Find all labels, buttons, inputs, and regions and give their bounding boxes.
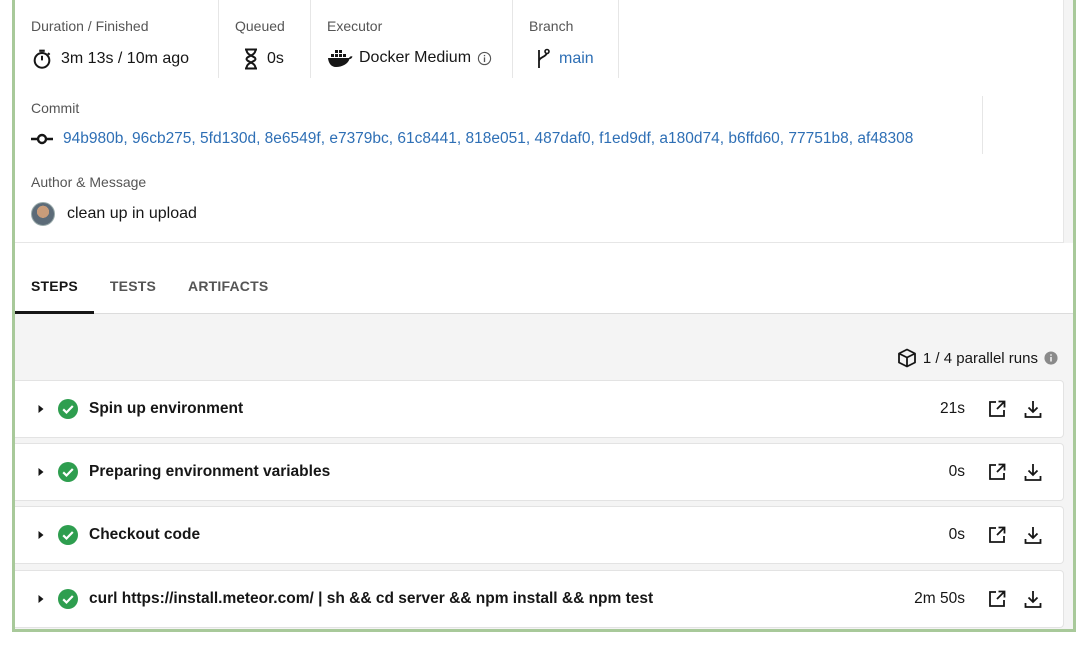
commit-hashes-link[interactable]: 94b980b, 96cb275, 5fd130d, 8e6549f, e737… [63,130,913,148]
duration-value: 3m 13s / 10m ago [61,50,190,67]
branch-label: Branch [529,18,574,34]
queued-column: Queued 0s [219,0,311,78]
duration-column: Duration / Finished 3m 13s / 10m ago [15,0,219,78]
success-check-icon [58,462,78,482]
branch-icon [538,48,550,68]
expand-caret-icon[interactable] [35,594,47,604]
parallel-runs-indicator: 1 / 4 parallel runs [897,348,1058,368]
step-duration: 2m 50s [914,590,965,607]
queued-label: Queued [235,18,285,34]
queued-value-row: 0s [243,48,284,70]
executor-label: Executor [327,18,383,34]
download-icon[interactable] [1021,523,1045,547]
download-icon[interactable] [1021,587,1045,611]
step-row[interactable]: Preparing environment variables 0s [15,443,1064,501]
tabs-spacer [15,243,1073,258]
step-row[interactable]: Checkout code 0s [15,506,1064,564]
success-check-icon [58,525,78,545]
commit-block: Commit 94b980b, 96cb275, 5fd130d, 8e6549… [15,96,983,154]
branch-column: Branch main [513,0,619,78]
tab-tests[interactable]: TESTS [94,258,172,314]
step-duration: 21s [940,400,965,417]
expand-caret-icon[interactable] [35,404,47,414]
duration-label: Duration / Finished [31,18,149,34]
executor-value: Docker Medium [359,49,472,66]
step-row[interactable]: Spin up environment 21s [15,380,1064,438]
cube-icon [898,348,916,368]
tab-bar: STEPS TESTS ARTIFACTS [15,258,1073,314]
success-check-icon [58,589,78,609]
tab-steps[interactable]: STEPS [15,258,94,314]
executor-column: Executor Docker Medium [311,0,513,78]
docker-icon [328,50,353,67]
author-row: clean up in upload [31,202,197,226]
info-icon[interactable] [1044,351,1058,365]
step-name: Spin up environment [89,400,244,417]
expand-caret-icon[interactable] [35,467,47,477]
download-icon[interactable] [1021,460,1045,484]
step-duration: 0s [948,463,965,480]
avatar [31,202,55,226]
success-check-icon [58,399,78,419]
commit-icon [31,133,53,145]
executor-value-row: Docker Medium [327,48,492,68]
parallel-runs-text: 1 / 4 parallel runs [922,349,1038,367]
commit-message: clean up in upload [67,205,197,222]
open-in-new-icon[interactable] [985,587,1009,611]
queued-value: 0s [267,50,284,67]
step-duration: 0s [948,526,965,543]
job-info-card: Duration / Finished 3m 13s / 10m ago Que… [15,0,1064,243]
expand-caret-icon[interactable] [35,530,47,540]
stopwatch-icon [33,49,51,69]
tab-artifacts[interactable]: ARTIFACTS [172,258,284,314]
open-in-new-icon[interactable] [985,460,1009,484]
duration-value-row: 3m 13s / 10m ago [31,48,189,70]
branch-link[interactable]: main [559,50,594,68]
info-icon[interactable] [477,51,492,66]
open-in-new-icon[interactable] [985,523,1009,547]
open-in-new-icon[interactable] [985,397,1009,421]
step-row[interactable]: curl https://install.meteor.com/ | sh &&… [15,570,1064,628]
commit-label: Commit [31,100,80,116]
author-message-label: Author & Message [31,174,147,190]
step-name: Preparing environment variables [89,463,331,480]
step-name: Checkout code [89,526,201,543]
hourglass-icon [245,48,257,70]
step-name: curl https://install.meteor.com/ | sh &&… [89,590,654,607]
branch-value-row[interactable]: main [535,48,594,70]
job-details-panel: Duration / Finished 3m 13s / 10m ago Que… [12,0,1076,632]
download-icon[interactable] [1021,397,1045,421]
commit-row: 94b980b, 96cb275, 5fd130d, 8e6549f, e737… [31,130,913,148]
